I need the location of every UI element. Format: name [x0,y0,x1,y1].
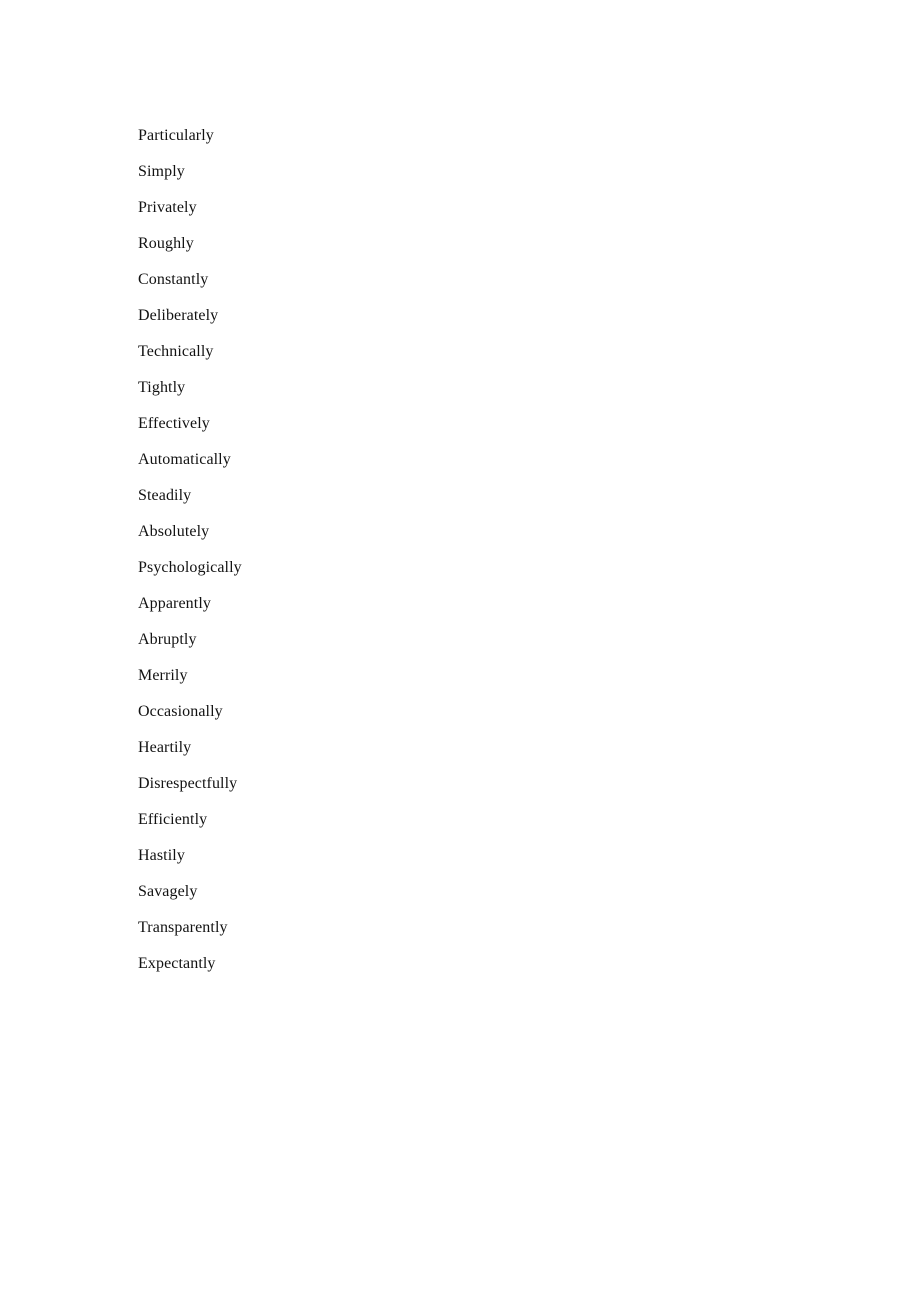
document-body: Particularly Simply Privately Roughly Consta… [138,118,798,982]
document-line: Constantly [138,271,209,288]
document-line: Privately [138,199,197,216]
document-line: Automatically [138,451,231,468]
document-line: Occasionally [138,703,223,720]
document-line: Steadily [138,487,192,504]
document-line: Simply [138,163,185,180]
document-line: Absolutely [138,523,210,540]
document-line: Savagely [138,883,198,900]
document-line: Psychologically [138,559,242,576]
document-line: Apparently [138,595,211,612]
document-line: Abruptly [138,631,197,648]
document-page: Particularly Simply Privately Roughly Consta… [0,0,920,1302]
document-line: Technically [138,343,214,360]
document-line: Expectantly [138,955,216,972]
document-line: Tightly [138,379,186,396]
document-line: Efficiently [138,811,208,828]
document-line: Particularly [138,127,214,144]
document-line: Transparently [138,919,228,936]
document-line: Disrespectfully [138,775,238,792]
document-line: Merrily [138,667,188,684]
document-line: Roughly [138,235,194,252]
document-line: Heartily [138,739,192,756]
document-line: Deliberately [138,307,219,324]
document-line: Hastily [138,847,185,864]
document-line: Effectively [138,415,210,432]
